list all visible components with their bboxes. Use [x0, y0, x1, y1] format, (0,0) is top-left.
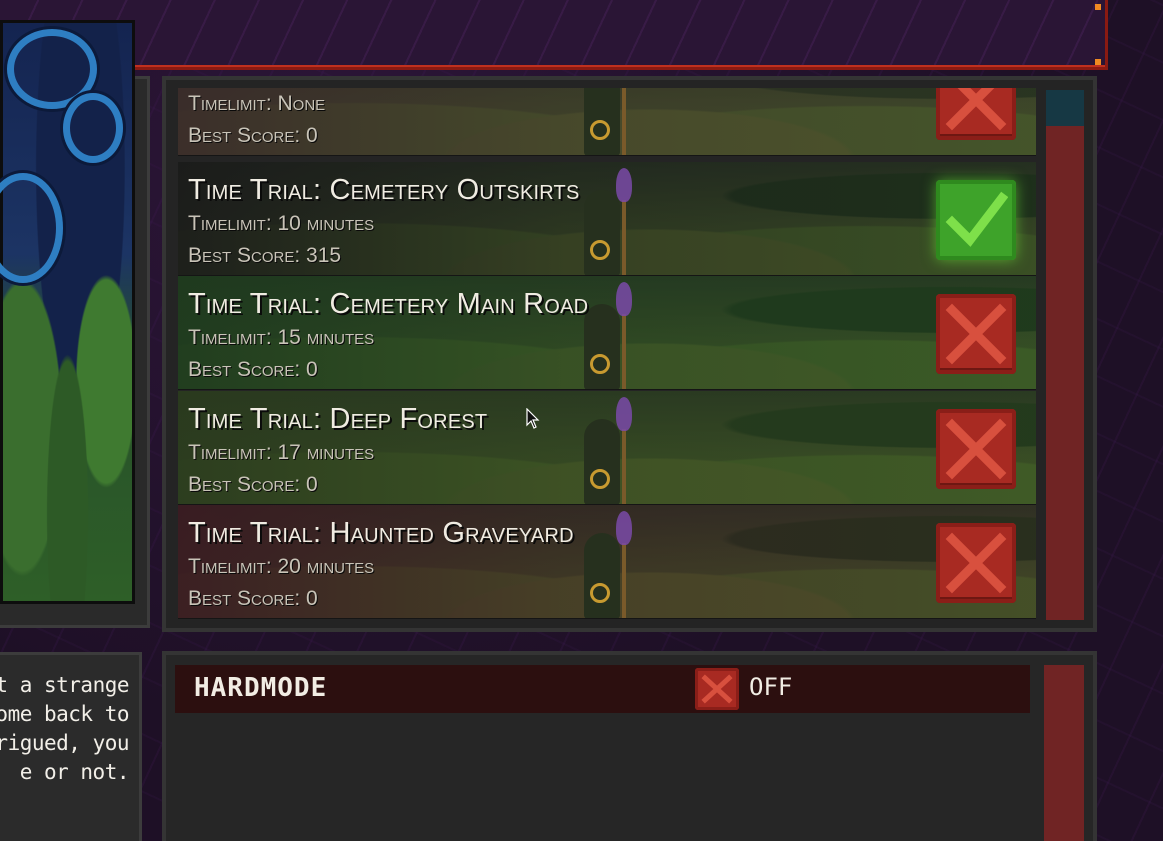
level-best-score: Best Score: 315	[188, 244, 342, 267]
level-description: t a strange ome back to rigued, you e or…	[0, 673, 130, 784]
necromancer-figure	[578, 511, 634, 618]
hardmode-label: HARDMODE	[194, 673, 328, 703]
level-timelimit: Timelimit: 15 minutes	[188, 326, 375, 349]
tentacle-shape	[0, 173, 63, 283]
incomplete-status	[936, 88, 1016, 140]
level-timelimit: Timelimit: None	[188, 92, 326, 115]
level-timelimit: Timelimit: 10 minutes	[188, 212, 375, 235]
level-row[interactable]: Time Trial: Cemetery Main Road Timelimit:…	[178, 276, 1036, 390]
level-title: Time Trial: Haunted Graveyard	[188, 517, 574, 549]
tentacle-shape	[63, 93, 123, 163]
level-best-score: Best Score: 0	[188, 124, 318, 147]
level-row[interactable]: Time Trial: Haunted Graveyard Timelimit: …	[178, 505, 1036, 619]
settings-scrollbar[interactable]	[1044, 665, 1084, 841]
level-row[interactable]: Time Trial: Deep Forest Timelimit: 17 min…	[178, 391, 1036, 505]
necromancer-figure	[578, 397, 634, 504]
x-mark-icon	[945, 303, 1007, 365]
banner-corner-top-right	[1095, 4, 1101, 10]
incomplete-status	[936, 294, 1016, 374]
level-title: Time Trial: Deep Forest	[188, 403, 488, 435]
level-best-score: Best Score: 0	[188, 587, 318, 610]
level-list-scroll-thumb[interactable]	[1046, 90, 1084, 126]
x-mark-icon	[945, 532, 1007, 594]
level-best-score: Best Score: 0	[188, 358, 318, 381]
x-mark-icon	[701, 674, 733, 704]
level-best-score: Best Score: 0	[188, 473, 318, 496]
level-preview-image	[0, 20, 135, 604]
necromancer-figure	[578, 168, 634, 275]
necromancer-figure	[578, 88, 634, 155]
level-timelimit: Timelimit: 17 minutes	[188, 441, 375, 464]
level-timelimit: Timelimit: 20 minutes	[188, 555, 375, 578]
incomplete-status	[936, 523, 1016, 603]
completed-status	[936, 180, 1016, 260]
description-panel: t a strange ome back to rigued, you e or…	[0, 652, 142, 841]
level-row[interactable]: Time Trial: Cemetery Outskirts Timelimit:…	[178, 162, 1036, 276]
check-mark-icon	[945, 191, 1008, 247]
incomplete-status	[936, 409, 1016, 489]
x-mark-icon	[945, 418, 1007, 480]
hardmode-setting-row[interactable]: HARDMODE OFF	[175, 665, 1030, 713]
x-mark-icon	[945, 88, 1007, 131]
level-title: Time Trial: Cemetery Outskirts	[188, 174, 580, 206]
hardmode-value: OFF	[749, 673, 793, 701]
level-row[interactable]: Timelimit: None Best Score: 0	[178, 88, 1036, 156]
level-list-scrollbar[interactable]	[1046, 90, 1084, 620]
banner-corner-bottom-right	[1095, 59, 1101, 65]
mouse-cursor-icon	[526, 408, 540, 429]
top-banner	[0, 0, 1108, 70]
hardmode-toggle[interactable]	[695, 668, 739, 710]
level-title: Time Trial: Cemetery Main Road	[188, 288, 589, 320]
level-list: Timelimit: None Best Score: 0 Time Trial: …	[178, 88, 1036, 620]
